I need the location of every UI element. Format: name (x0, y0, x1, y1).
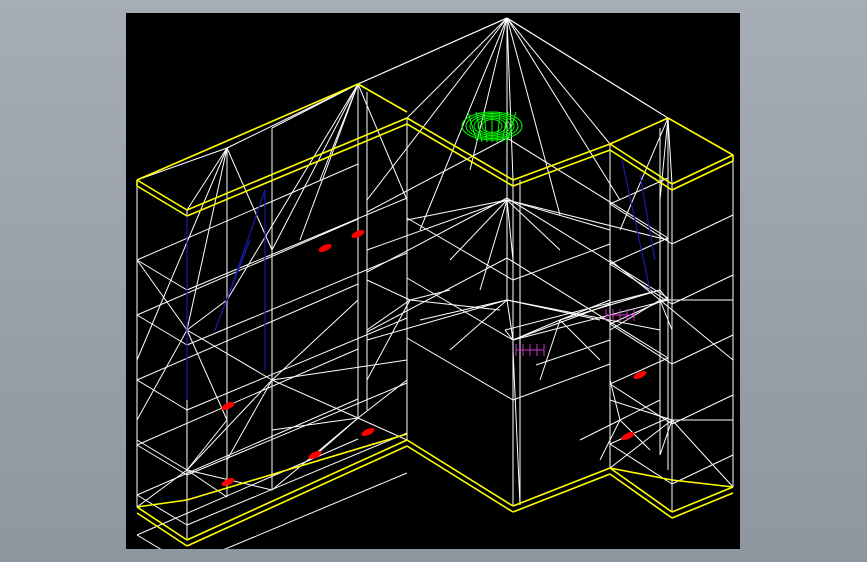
corner-shelf-back (506, 257, 669, 359)
brace (214, 239, 251, 331)
base-front-rim-lower (671, 492, 734, 519)
top-front-rim-lower (512, 149, 611, 187)
shelf-side (136, 444, 188, 476)
mesh-edge (366, 279, 411, 301)
mesh-edge (186, 419, 228, 471)
mesh-edge (299, 83, 359, 241)
top-back-rim (357, 83, 408, 113)
wireframe-edges (136, 17, 734, 549)
corner-shelf-back (506, 197, 669, 299)
base-front-rim (671, 486, 734, 513)
left-shelf-front (186, 317, 408, 411)
top-back-rim (136, 83, 359, 181)
mesh-edge (667, 117, 673, 185)
left-shelf-front (186, 197, 408, 291)
mesh-edge (186, 469, 228, 498)
left-shelf-back (136, 438, 359, 536)
mesh-edge (366, 199, 508, 251)
mesh-edge (506, 299, 661, 331)
mesh-edge (357, 379, 408, 419)
right-shelf (671, 334, 734, 365)
back-panel-braces (186, 159, 656, 400)
mesh-edge (609, 419, 673, 469)
mesh-edge (271, 359, 408, 381)
green-ceiling-lamp (461, 111, 523, 143)
drawer-handle (361, 427, 375, 437)
drawer-handle (318, 243, 332, 253)
red-drawer-handles (221, 229, 647, 487)
base-front-rim-lower (136, 512, 188, 547)
mesh-edge (186, 329, 273, 381)
shelf-side (136, 259, 188, 291)
top-front-rim-lower (136, 185, 188, 217)
left-shelf-back (136, 348, 359, 446)
drawer-handle (621, 431, 635, 441)
corner-shelf-front (512, 243, 611, 281)
top-front-rim (406, 117, 514, 181)
mesh-edge (506, 17, 514, 181)
shelf-side (609, 323, 673, 365)
base-back-rim-right (671, 479, 734, 488)
top-front-rim (136, 179, 188, 211)
corner-shelf-front (406, 337, 514, 401)
right-shelf (671, 214, 734, 245)
wireframe-cabinet-model (136, 17, 734, 549)
mesh-edge (506, 17, 669, 119)
top-front-rim (671, 154, 734, 185)
mesh-edge (271, 379, 359, 419)
yellow-rim-edges (136, 83, 734, 547)
mesh-edge (619, 117, 669, 231)
top-back-rim-right (609, 117, 669, 145)
right-shelf (609, 357, 669, 385)
corner-shelf-front (512, 363, 611, 401)
mesh-edge (186, 147, 228, 211)
cad-viewport[interactable] (126, 13, 740, 549)
left-shelf-front (186, 432, 408, 526)
base-front-rim (136, 506, 188, 541)
mesh-edge (559, 319, 601, 361)
mesh-edge (186, 147, 228, 331)
base-front-rim-lower (609, 473, 673, 519)
mesh-edge (609, 259, 661, 301)
mesh-edge (366, 17, 508, 201)
mesh-edge (506, 199, 669, 241)
top-back-rim-right (667, 117, 734, 156)
shelf-side (136, 494, 188, 526)
left-shelf-front (186, 252, 408, 346)
mesh-edge (659, 299, 734, 361)
base-front-rim-lower (512, 473, 611, 513)
mesh-edge (671, 419, 734, 488)
mesh-edge (659, 117, 669, 201)
base-front-rim (406, 439, 514, 507)
top-front-rim (512, 143, 611, 181)
mesh-edge (579, 419, 621, 441)
top-front-rim-lower (671, 160, 734, 191)
desk-top (504, 289, 661, 331)
mesh-edge (136, 147, 228, 181)
corner-shelf-back (366, 137, 508, 213)
mesh-edge (419, 17, 508, 231)
mesh-edge (136, 439, 188, 471)
corner-shelf-back (366, 197, 508, 273)
mesh-edge (357, 17, 508, 85)
base-front-rim (512, 467, 611, 507)
mesh-edge (406, 199, 508, 221)
right-shelf (609, 237, 669, 265)
mesh-edge (366, 299, 411, 381)
shelf-side (609, 263, 673, 305)
desk-edge (535, 339, 611, 366)
desk-leg (512, 349, 521, 506)
mesh-edge (506, 199, 514, 261)
shelf-side (609, 203, 673, 245)
mesh-edge (366, 299, 508, 341)
mesh-edge (406, 17, 508, 119)
right-shelf (671, 454, 734, 485)
base-front-rim-lower (406, 445, 514, 513)
brace (621, 159, 651, 291)
